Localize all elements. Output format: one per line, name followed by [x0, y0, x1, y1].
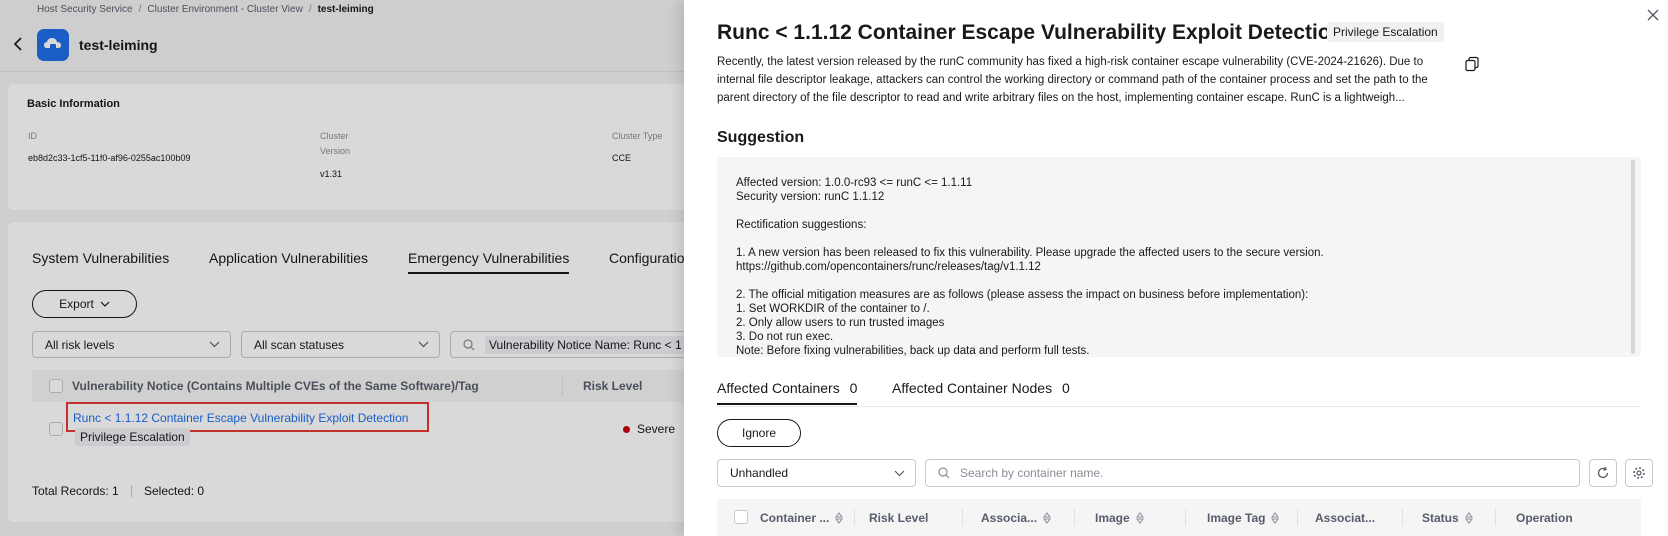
search-placeholder: Search by container name.	[960, 466, 1104, 480]
sort-icon	[835, 512, 844, 524]
tab-divider	[717, 406, 1641, 407]
column-label: Image Tag	[1207, 511, 1266, 525]
column-divider	[1074, 509, 1075, 526]
column-image-tag[interactable]: Image Tag	[1207, 511, 1280, 525]
search-icon	[938, 467, 950, 479]
drawer-tag: Privilege Escalation	[1327, 22, 1444, 42]
column-divider	[1402, 509, 1403, 526]
column-label: Status	[1422, 511, 1459, 525]
column-status[interactable]: Status	[1422, 511, 1473, 525]
copy-icon[interactable]	[1464, 56, 1480, 72]
column-label: Operation	[1516, 511, 1573, 525]
column-divider	[1185, 509, 1186, 526]
column-divider	[854, 509, 855, 526]
suggestion-scrollbar[interactable]	[1631, 160, 1635, 354]
gear-icon	[1633, 467, 1645, 479]
column-associated[interactable]: Associa...	[981, 511, 1052, 525]
suggestion-title: Suggestion	[717, 129, 805, 146]
column-risk-level: Risk Level	[869, 511, 928, 525]
close-icon[interactable]	[1646, 8, 1660, 22]
tab-count: 0	[849, 380, 858, 396]
suggestion-text: Affected version: 1.0.0-rc93 <= runC <= …	[736, 177, 1324, 357]
tab-count: 0	[1061, 380, 1070, 396]
drawer-title: Runc < 1.1.12 Container Escape Vulnerabi…	[717, 21, 1344, 44]
sort-icon	[1271, 512, 1280, 524]
tab-affected-container-nodes[interactable]: Affected Container Nodes 0	[892, 380, 1070, 396]
handling-status-select[interactable]: Unhandled	[717, 459, 916, 487]
tab-label: Affected Containers	[717, 380, 840, 396]
sort-icon	[1043, 512, 1052, 524]
column-label: Risk Level	[869, 511, 929, 525]
containers-table-header: Container ... Risk Level Associa... Imag…	[717, 499, 1641, 536]
column-divider	[962, 509, 963, 526]
column-divider	[1297, 509, 1298, 526]
refresh-icon	[1597, 466, 1609, 479]
column-label: Associat...	[1315, 511, 1376, 525]
tab-label: Affected Container Nodes	[892, 380, 1053, 396]
select-all-containers-checkbox[interactable]	[734, 510, 748, 524]
container-search-input[interactable]: Search by container name.	[925, 459, 1580, 487]
settings-button[interactable]	[1625, 459, 1653, 487]
sort-icon	[1464, 512, 1473, 524]
column-label: Associa...	[981, 511, 1038, 525]
ignore-button[interactable]: Ignore	[717, 419, 801, 447]
column-container-name[interactable]: Container ...	[760, 511, 844, 525]
column-associated-2: Associat...	[1315, 511, 1375, 525]
column-operation: Operation	[1516, 511, 1573, 525]
ignore-label: Ignore	[741, 426, 777, 440]
refresh-button[interactable]	[1589, 459, 1617, 487]
column-label: Image	[1095, 511, 1130, 525]
column-divider	[1495, 509, 1496, 526]
chevron-down-icon	[894, 470, 905, 476]
column-label: Container ...	[760, 511, 830, 525]
handling-status-value: Unhandled	[730, 466, 789, 480]
vulnerability-detail-drawer: Runc < 1.1.12 Container Escape Vulnerabi…	[684, 0, 1668, 536]
column-image[interactable]: Image	[1095, 511, 1144, 525]
tab-affected-containers[interactable]: Affected Containers 0	[717, 380, 858, 405]
vulnerability-description: Recently, the latest version released by…	[717, 56, 1428, 104]
sort-icon	[1135, 512, 1144, 524]
suggestion-box: Affected version: 1.0.0-rc93 <= runC <= …	[717, 157, 1641, 357]
